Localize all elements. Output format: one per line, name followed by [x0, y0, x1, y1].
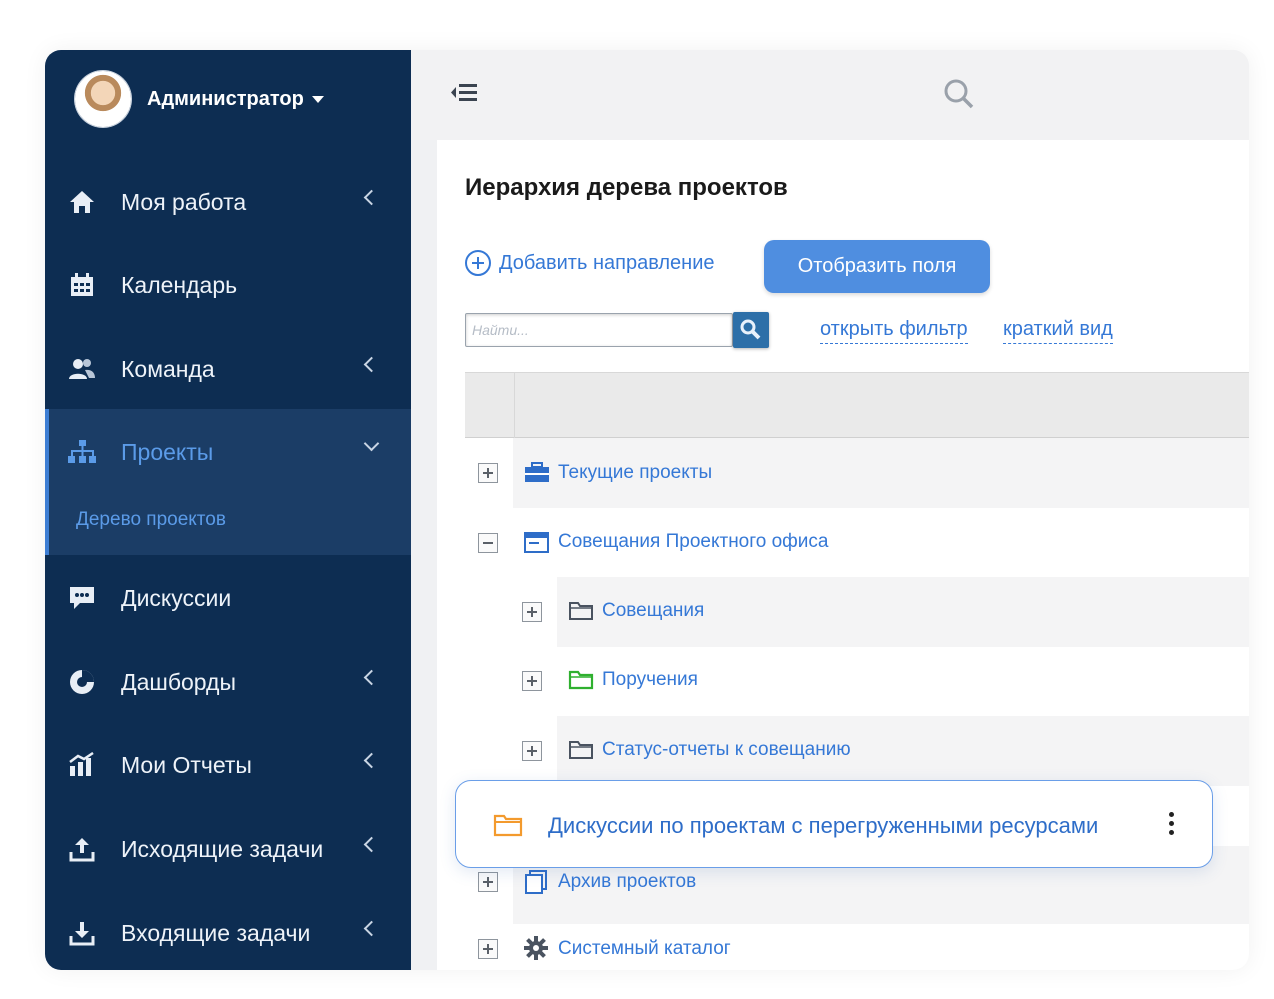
expand-icon[interactable]: [478, 939, 498, 959]
sidebar-item-label: Дискуссии: [121, 584, 232, 611]
chevron-left-icon: [363, 669, 380, 686]
top-bar: [411, 50, 1249, 140]
caret-down-icon: [311, 95, 324, 103]
upload-icon: [67, 834, 97, 864]
sidebar-item-label: Мои Отчеты: [121, 751, 252, 778]
chevron-down-icon: [363, 435, 380, 452]
folder-icon: [568, 669, 594, 691]
tree-row-label: Статус-отчеты к совещанию: [602, 739, 851, 760]
window-icon: [524, 532, 550, 554]
highlighted-item-label: Дискуссии по проектам с перегруженными р…: [548, 813, 1099, 838]
copy-icon: [524, 870, 550, 894]
search-input[interactable]: [465, 313, 733, 347]
tree-row[interactable]: Статус-отчеты к совещанию: [437, 716, 1249, 786]
sidebar-item-incoming-tasks[interactable]: Входящие задачи: [45, 901, 411, 965]
sidebar-item-label: Исходящие задачи: [121, 835, 324, 862]
sidebar-item-label: Проекты: [121, 438, 214, 465]
tree-row[interactable]: Совещания Проектного офиса: [437, 507, 1249, 577]
sidebar-item-team[interactable]: Команда: [45, 337, 411, 401]
chevron-left-icon: [363, 920, 380, 937]
user-name: Администратор: [147, 87, 304, 110]
expand-icon[interactable]: [522, 741, 542, 761]
tree-row[interactable]: Совещания: [437, 577, 1249, 647]
menu-toggle-icon[interactable]: [449, 80, 479, 106]
sidebar-item-label: Входящие задачи: [121, 919, 311, 946]
avatar: [75, 71, 131, 127]
sidebar-item-projects[interactable]: Проекты: [45, 420, 411, 484]
expand-icon[interactable]: [522, 671, 542, 691]
user-menu[interactable]: Администратор: [75, 70, 324, 128]
cog-icon: [524, 936, 550, 960]
sidebar-item-dashboards[interactable]: Дашборды: [45, 650, 411, 714]
chevron-left-icon: [363, 752, 380, 769]
calendar-icon: [67, 270, 97, 300]
search-icon[interactable]: [943, 78, 975, 110]
tree-row[interactable]: Поручения: [437, 646, 1249, 716]
sidebar-item-my-reports[interactable]: Мои Отчеты: [45, 733, 411, 797]
sitemap-icon: [67, 437, 97, 467]
tree-row-label: Системный каталог: [558, 938, 731, 959]
page-title: Иерархия дерева проектов: [465, 174, 788, 201]
team-icon: [67, 354, 97, 384]
show-fields-button[interactable]: Отобразить поля: [764, 240, 990, 293]
tree-row-label: Архив проектов: [558, 871, 697, 892]
tree-row[interactable]: Системный каталог: [437, 924, 1249, 970]
chevron-left-icon: [363, 836, 380, 853]
sidebar-item-label: Календарь: [121, 271, 238, 298]
grid-header-cell: [465, 373, 515, 439]
add-direction-label: Добавить направление: [499, 251, 715, 274]
chevron-left-icon: [363, 189, 380, 206]
tree-row-label: Текущие проекты: [558, 462, 713, 483]
sidebar-item-label: Моя работа: [121, 188, 247, 215]
tree-grid-header: [465, 372, 1249, 439]
open-filter-link[interactable]: открыть фильтр: [820, 318, 968, 344]
plus-circle-icon: [465, 250, 491, 276]
folder-icon: [568, 600, 594, 622]
pie-chart-icon: [67, 667, 97, 697]
expand-icon[interactable]: [522, 602, 542, 622]
tree-row-label: Совещания Проектного офиса: [558, 531, 829, 552]
highlighted-tree-item[interactable]: Дискуссии по проектам с перегруженными р…: [455, 780, 1213, 868]
download-icon: [67, 918, 97, 948]
search-button[interactable]: [733, 312, 769, 348]
comment-icon: [67, 583, 97, 613]
more-options-icon[interactable]: [1162, 809, 1180, 843]
tree-row[interactable]: Текущие проекты: [437, 438, 1249, 508]
sidebar-item-label: Команда: [121, 355, 215, 382]
sidebar-subitem-project-tree[interactable]: Дерево проектов: [76, 509, 226, 531]
sidebar-item-my-work[interactable]: Моя работа: [45, 170, 411, 234]
tree-row-label: Совещания: [602, 600, 705, 621]
home-icon: [67, 187, 97, 217]
chevron-left-icon: [363, 356, 380, 373]
folder-icon: [493, 813, 523, 837]
sidebar-item-label: Дашборды: [121, 668, 236, 695]
sidebar-item-discussions[interactable]: Дискуссии: [45, 566, 411, 630]
briefcase-icon: [524, 462, 550, 484]
report-chart-icon: [67, 750, 97, 780]
sidebar: Администратор Моя работа Календарь Коман…: [45, 50, 411, 970]
expand-icon[interactable]: [478, 872, 498, 892]
tree-row-label: Поручения: [602, 669, 698, 690]
expand-icon[interactable]: [478, 463, 498, 483]
short-view-link[interactable]: краткий вид: [1003, 318, 1113, 344]
folder-icon: [568, 739, 594, 761]
add-direction-link[interactable]: Добавить направление: [465, 250, 715, 276]
sidebar-item-outgoing-tasks[interactable]: Исходящие задачи: [45, 817, 411, 881]
collapse-icon[interactable]: [478, 533, 498, 553]
sidebar-item-calendar[interactable]: Календарь: [45, 253, 411, 317]
